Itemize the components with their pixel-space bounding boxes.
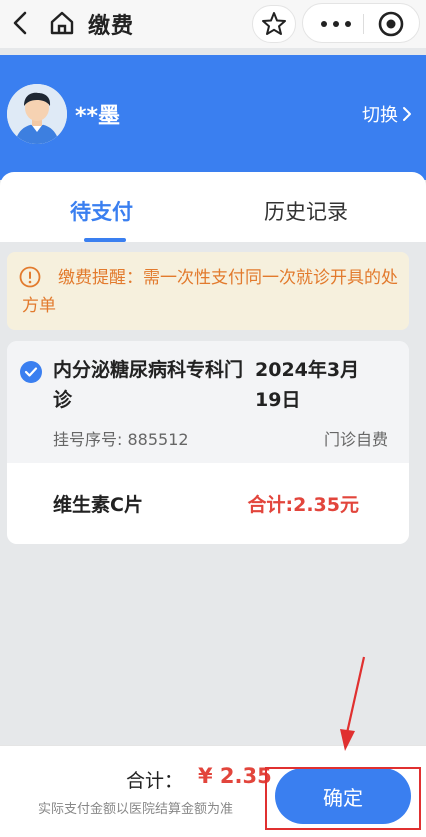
notice-text: 缴费提醒：需一次性支付同一次就诊开具的处方单 (22, 268, 398, 316)
payment-notice: 缴费提醒：需一次性支付同一次就诊开具的处方单 (7, 252, 409, 330)
chevron-right-icon (403, 107, 411, 121)
total-amount: ¥ 2.35 (198, 764, 272, 788)
top-nav-bar: 缴费 (0, 0, 426, 48)
prescription-summary: 内分泌糖尿病科专科门诊 2024年3月19日 挂号序号: 885512 门诊自费 (7, 341, 409, 463)
back-icon[interactable] (8, 8, 36, 38)
tab-history[interactable]: 历史记录 (264, 196, 348, 226)
total-label: 合计： (126, 770, 184, 792)
drug-item: 维生素C片 合计:2.35元 (7, 463, 409, 544)
patient-header: **墨 切换 (0, 55, 426, 180)
page-title: 缴费 (88, 14, 135, 39)
home-icon[interactable] (48, 9, 76, 37)
switch-label: 切换 (362, 105, 398, 126)
settlement-disclaimer: 实际支付金额以医院结算金额为准 (38, 802, 234, 817)
star-icon[interactable] (252, 5, 296, 43)
more-icon[interactable] (311, 10, 361, 38)
tab-pending-payment[interactable]: 待支付 (70, 196, 133, 226)
tabs-bar: 待支付 历史记录 (0, 172, 426, 242)
avatar (7, 84, 67, 144)
department-name: 内分泌糖尿病科专科门诊 (53, 359, 244, 411)
selected-checkbox[interactable] (20, 361, 42, 383)
drug-total: 合计:2.35元 (247, 494, 359, 516)
registration-number: 挂号序号: 885512 (53, 430, 189, 449)
capsule-divider (363, 14, 364, 34)
target-icon[interactable] (369, 8, 413, 40)
visit-date: 2024年3月19日 (255, 359, 360, 411)
annotation-arrow (340, 656, 366, 751)
patient-name: **墨 (75, 104, 121, 129)
annotation-highlight-box (265, 767, 421, 830)
drug-name: 维生素C片 (53, 494, 143, 516)
check-icon (24, 367, 38, 377)
mini-program-capsule (302, 3, 420, 43)
payment-type: 门诊自费 (323, 430, 388, 449)
switch-patient-button[interactable]: 切换 (362, 101, 412, 127)
active-tab-indicator (84, 238, 126, 242)
prescription-card[interactable]: 内分泌糖尿病科专科门诊 2024年3月19日 挂号序号: 885512 门诊自费… (7, 341, 409, 544)
